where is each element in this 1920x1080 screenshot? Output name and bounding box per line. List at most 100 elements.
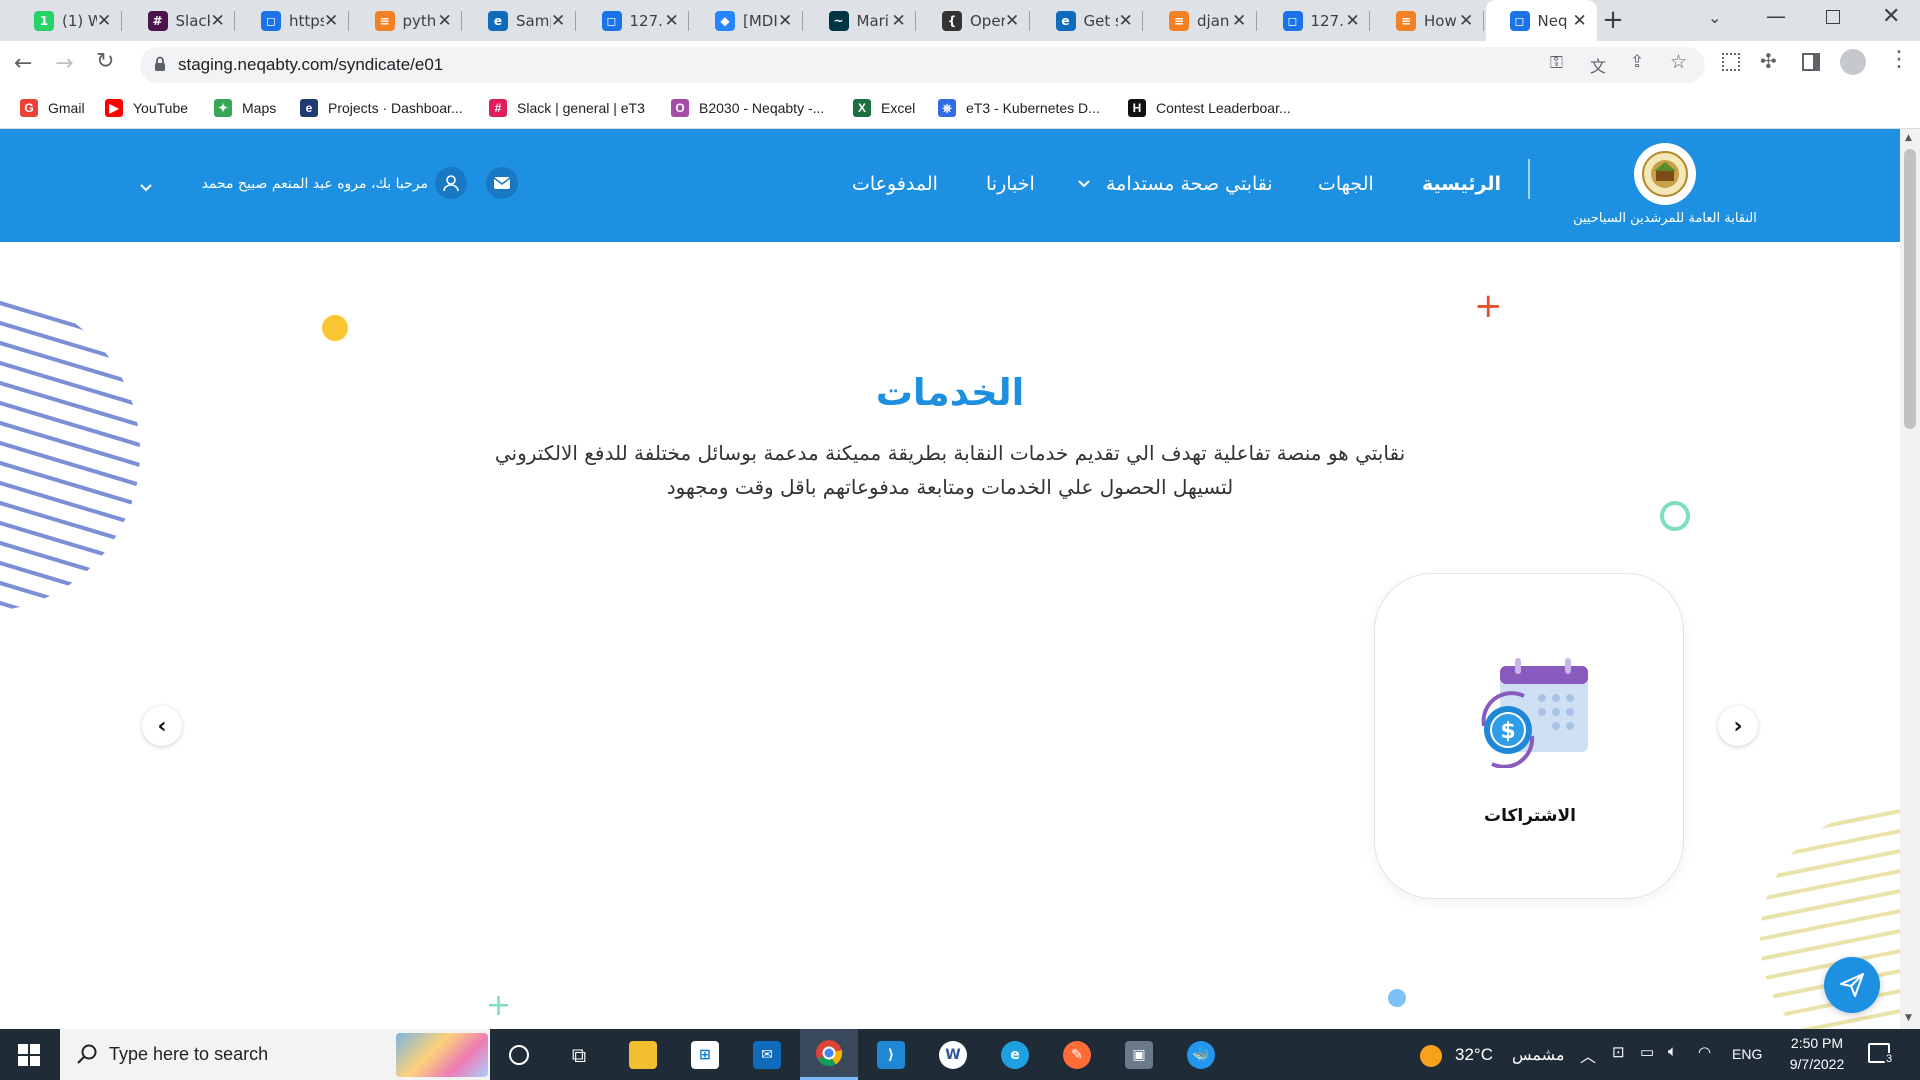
extensions-puzzle-icon[interactable]: ✣ <box>1760 49 1777 73</box>
scroll-down-arrow[interactable]: ▼ <box>1905 1013 1912 1023</box>
wifi-icon[interactable]: ◠ <box>1698 1043 1711 1061</box>
send-message-button[interactable] <box>1824 957 1880 1013</box>
service-card-subscriptions[interactable]: $ الاشتراكات <box>1374 573 1684 899</box>
nav-entities-link[interactable]: الجهات <box>1318 173 1374 195</box>
store-icon[interactable]: ⊞ <box>676 1029 734 1080</box>
tab-close-icon[interactable]: ✕ <box>1118 11 1133 31</box>
tray-overflow-chevron-icon[interactable]: ︿ <box>1580 1043 1596 1067</box>
nav-news-link[interactable]: اخبارنا <box>986 173 1035 195</box>
tab-close-icon[interactable]: ✕ <box>1232 11 1247 31</box>
key-icon[interactable]: ⚿ <box>1550 53 1563 73</box>
scrollbar-thumb[interactable] <box>1904 149 1916 429</box>
lock-icon[interactable] <box>154 56 166 71</box>
taskbar-search-box[interactable]: Type here to search <box>60 1029 490 1080</box>
user-menu-chevron-icon[interactable] <box>140 179 152 192</box>
tab-close-icon[interactable]: ✕ <box>551 11 566 31</box>
tab-close-icon[interactable]: ✕ <box>1572 11 1587 31</box>
tab-search-chevron-icon[interactable]: ⌄ <box>1708 8 1721 27</box>
tab-close-icon[interactable]: ✕ <box>1005 11 1020 31</box>
chrome-icon[interactable] <box>800 1029 858 1080</box>
new-tab-button[interactable]: + <box>1598 6 1628 36</box>
browser-tab[interactable]: ≡ How ✕ <box>1372 0 1484 41</box>
bookmark-item[interactable]: H Contest Leaderboar... <box>1128 99 1291 117</box>
tab-close-icon[interactable]: ✕ <box>664 11 679 31</box>
more-menu-icon[interactable]: ⋮ <box>1888 47 1910 72</box>
weather-temperature[interactable]: 32°C <box>1455 1045 1493 1065</box>
restore-button[interactable] <box>1826 10 1840 24</box>
share-icon[interactable]: ⇪ <box>1630 52 1644 72</box>
user-greeting[interactable]: مرحبا بك، مروه عبد المنعم صبيح محمد <box>168 176 428 192</box>
word-icon[interactable]: W <box>924 1029 982 1080</box>
language-indicator[interactable]: ENG <box>1732 1046 1762 1062</box>
bookmark-item[interactable]: O B2030 - Neqabty -... <box>671 99 824 117</box>
clock-date[interactable]: 9/7/2022 <box>1776 1056 1858 1072</box>
nav-payments-link[interactable]: المدفوعات <box>852 173 938 195</box>
close-window-button[interactable]: ✕ <box>1882 4 1900 29</box>
carousel-prev-button[interactable]: ‹ <box>142 706 182 746</box>
weather-sun-icon[interactable] <box>1420 1045 1442 1067</box>
bookmark-item[interactable]: ▶ YouTube <box>105 99 188 117</box>
forward-arrow-icon[interactable]: → <box>55 51 73 76</box>
edge-icon[interactable]: e <box>986 1029 1044 1080</box>
reload-icon[interactable]: ↻ <box>96 49 114 74</box>
bookmark-item[interactable]: ⎈ eT3 - Kubernetes D... <box>938 99 1100 117</box>
battery-icon[interactable]: ▭ <box>1640 1043 1654 1061</box>
translate-icon[interactable]: 文 <box>1590 53 1606 77</box>
browser-tab[interactable]: e Samp✕ <box>464 0 576 41</box>
browser-tab[interactable]: 1 (1) W ✕ <box>10 0 122 41</box>
back-arrow-icon[interactable]: ← <box>14 51 32 76</box>
tab-close-icon[interactable]: ✕ <box>778 11 793 31</box>
user-icon[interactable] <box>435 167 467 199</box>
tab-close-icon[interactable]: ✕ <box>97 11 112 31</box>
browser-tab[interactable]: ≡ djan ✕ <box>1145 0 1257 41</box>
browser-tab[interactable]: {Oper ✕ <box>918 0 1030 41</box>
file-explorer-icon[interactable] <box>614 1029 672 1080</box>
remote-desktop-icon[interactable]: ▣ <box>1110 1029 1168 1080</box>
bookmark-item[interactable]: e Projects · Dashboar... <box>300 99 463 117</box>
tab-close-icon[interactable]: ✕ <box>437 11 452 31</box>
tab-close-icon[interactable]: ✕ <box>210 11 225 31</box>
browser-tab[interactable]: ◻ 127.0✕ <box>578 0 690 41</box>
envelope-icon[interactable] <box>486 167 518 199</box>
url-text[interactable]: staging.neqabty.com/syndicate/e01 <box>178 55 443 75</box>
bookmark-star-icon[interactable]: ☆ <box>1670 51 1687 73</box>
windows-start-icon[interactable] <box>18 1044 40 1066</box>
tab-close-icon[interactable]: ✕ <box>1345 11 1360 31</box>
address-bar[interactable]: staging.neqabty.com/syndicate/e01 ⚿ 文 ⇪ … <box>140 47 1705 83</box>
bookmark-item[interactable]: G Gmail <box>20 99 85 117</box>
weather-condition[interactable]: مشمس <box>1512 1045 1565 1065</box>
tab-close-icon[interactable]: ✕ <box>324 11 339 31</box>
vscode-icon[interactable]: ⟩ <box>862 1029 920 1080</box>
page-scrollbar[interactable]: ▲ ▼ <box>1900 129 1920 1029</box>
minimize-button[interactable]: — <box>1766 4 1786 28</box>
nav-home-link[interactable]: الرئيسية <box>1422 173 1501 195</box>
bookmark-item[interactable]: ✦ Maps <box>214 99 276 117</box>
tab-close-icon[interactable]: ✕ <box>1459 11 1474 31</box>
qr-code-icon[interactable] <box>1722 53 1740 71</box>
browser-tab[interactable]: ◻ Neq ✕ <box>1485 0 1597 41</box>
tab-close-icon[interactable]: ✕ <box>891 11 906 31</box>
clock-time[interactable]: 2:50 PM <box>1784 1035 1850 1051</box>
browser-tab[interactable]: ◻ 127.0✕ <box>1259 0 1371 41</box>
browser-tab[interactable]: # Slack✕ <box>124 0 236 41</box>
bookmark-item[interactable]: X Excel <box>853 99 915 117</box>
volume-icon[interactable]: 🔈︎ <box>1668 1043 1677 1060</box>
syndicate-logo[interactable] <box>1634 143 1696 205</box>
side-panel-icon[interactable] <box>1802 53 1820 71</box>
browser-tab[interactable]: e Get s✕ <box>1032 0 1144 41</box>
bookmark-item[interactable]: # Slack | general | eT3 <box>489 99 645 117</box>
docker-icon[interactable]: 🐳 <box>1172 1029 1230 1080</box>
browser-tab[interactable]: ~ Mari ✕ <box>805 0 917 41</box>
browser-tab[interactable]: ◻ https ✕ <box>237 0 349 41</box>
cortana-icon[interactable] <box>490 1029 548 1080</box>
carousel-next-button[interactable]: › <box>1718 706 1758 746</box>
browser-tab[interactable]: ◆ [MDI ✕ <box>691 0 803 41</box>
mail-icon[interactable]: ✉ <box>738 1029 796 1080</box>
camera-icon[interactable]: ⊡ <box>1612 1043 1625 1061</box>
chevron-down-icon[interactable] <box>1078 175 1090 188</box>
browser-tab[interactable]: ≡ pyth ✕ <box>351 0 463 41</box>
task-view-icon[interactable]: ⧉ <box>550 1029 608 1080</box>
postman-icon[interactable]: ✎ <box>1048 1029 1106 1080</box>
nav-health-link[interactable]: نقابتي صحة مستدامة <box>1106 173 1273 195</box>
scroll-up-arrow[interactable]: ▲ <box>1905 133 1912 143</box>
